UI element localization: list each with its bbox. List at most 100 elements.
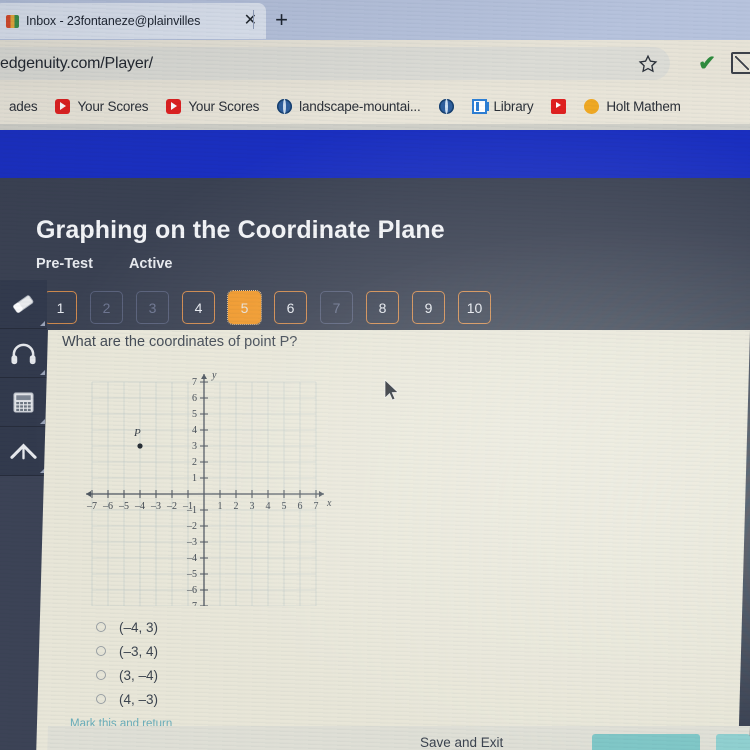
bookmark-label: Library	[493, 98, 534, 114]
svg-text:6: 6	[298, 501, 303, 512]
question-tab-8[interactable]: 8	[366, 291, 399, 324]
svg-text:4: 4	[266, 501, 271, 512]
green-check-extension-icon[interactable]: ✔	[695, 52, 719, 76]
svg-text:–5: –5	[118, 501, 129, 512]
question-tab-2[interactable]: 2	[90, 291, 123, 324]
svg-text:1: 1	[192, 473, 197, 484]
svg-text:3: 3	[192, 441, 197, 452]
answer-choice-1[interactable]: (–4, 3)	[96, 615, 158, 639]
svg-text:–1: –1	[186, 505, 197, 516]
question-tab-5[interactable]: 5	[227, 290, 262, 325]
svg-text:1: 1	[218, 501, 223, 512]
bookmark-label: Your Scores	[77, 98, 149, 114]
svg-text:2: 2	[234, 501, 239, 512]
browser-toolbar: edgenuity.com/Player/	[0, 40, 750, 88]
answer-choice-4[interactable]: (4, –3)	[96, 687, 158, 711]
svg-text:–2: –2	[166, 501, 177, 512]
secondary-action-button[interactable]	[716, 734, 750, 750]
tab-divider	[253, 10, 254, 29]
globe-icon	[438, 98, 454, 114]
bookmark-item[interactable]: Holt Mathem	[575, 98, 689, 114]
tab-title: Inbox - 23fontaneze@plainvilles	[26, 14, 201, 28]
tab-favicon-icon	[6, 14, 19, 28]
bookmark-item[interactable]	[542, 98, 575, 114]
close-icon[interactable]: ✕	[241, 13, 260, 29]
youtube-icon	[166, 98, 182, 114]
radio-icon[interactable]	[96, 646, 106, 656]
svg-text:5: 5	[192, 409, 197, 420]
answer-choice-label: (4, –3)	[119, 691, 159, 707]
status-badge: Active	[128, 256, 173, 272]
answer-choice-label: (–4, 3)	[119, 619, 159, 635]
page-title: Graphing on the Coordinate Plane	[36, 216, 445, 244]
answer-choice-2[interactable]: (–3, 4)	[96, 639, 158, 663]
image-extension-icon[interactable]	[731, 52, 750, 74]
bookmarks-bar: ades Your Scores Your Scores landscape-m…	[0, 88, 750, 124]
youtube-icon	[55, 98, 71, 114]
svg-text:4: 4	[192, 425, 197, 436]
orange-dot-icon	[584, 98, 600, 114]
svg-text:7: 7	[192, 377, 197, 388]
assignment-meta: Pre-Test Active	[36, 256, 172, 272]
bookmark-item[interactable]: landscape-mountai...	[268, 98, 429, 114]
bookmark-star-icon[interactable]	[638, 54, 658, 74]
answer-choice-label: (3, –4)	[119, 667, 159, 683]
answer-choice-list: (–4, 3) (–3, 4) (3, –4) (4, –3)	[96, 615, 158, 711]
assignment-type: Pre-Test	[36, 256, 93, 272]
svg-text:–5: –5	[186, 569, 197, 580]
bookmark-label: Holt Mathem	[606, 98, 681, 114]
svg-text:–6: –6	[102, 501, 113, 512]
calculator-tool[interactable]	[0, 378, 47, 427]
bookmark-item[interactable]: ades	[0, 99, 46, 114]
question-tab-3[interactable]: 3	[136, 291, 169, 324]
svg-text:7: 7	[314, 501, 319, 512]
svg-text:–4: –4	[186, 553, 197, 564]
address-bar[interactable]: edgenuity.com/Player/	[0, 47, 670, 80]
radio-icon[interactable]	[96, 694, 106, 704]
headphones-icon	[11, 343, 36, 365]
bookmark-label: Your Scores	[188, 98, 260, 114]
browser-tab-strip: Inbox - 23fontaneze@plainvilles ✕ +	[0, 0, 750, 40]
next-button[interactable]	[592, 734, 700, 750]
question-tab-9[interactable]: 9	[412, 291, 445, 324]
svg-text:–4: –4	[134, 501, 145, 512]
point-p-marker	[137, 443, 143, 449]
save-and-exit-button[interactable]: Save and Exit	[420, 735, 503, 750]
svg-text:–3: –3	[186, 537, 197, 548]
bookmark-item[interactable]	[430, 98, 463, 114]
bookmark-item[interactable]: Your Scores	[46, 98, 157, 114]
svg-text:–7: –7	[86, 501, 97, 512]
youtube-small-icon	[551, 98, 567, 114]
new-tab-button[interactable]: +	[269, 8, 294, 33]
svg-text:–6: –6	[186, 585, 197, 596]
app-top-banner	[0, 130, 750, 178]
svg-text:3: 3	[250, 501, 255, 512]
question-tab-10[interactable]: 10	[458, 291, 491, 324]
bookmark-item[interactable]: Library	[463, 98, 543, 114]
calculator-icon	[13, 392, 34, 413]
x-axis-label: x	[326, 498, 332, 509]
url-text: edgenuity.com/Player/	[0, 54, 153, 72]
globe-icon	[277, 98, 293, 114]
question-tab-6[interactable]: 6	[274, 291, 307, 324]
question-prompt: What are the coordinates of point P?	[62, 334, 298, 350]
browser-tab[interactable]: Inbox - 23fontaneze@plainvilles ✕	[0, 3, 266, 39]
question-tab-7[interactable]: 7	[320, 291, 353, 324]
y-axis-label: y	[211, 370, 217, 381]
radio-icon[interactable]	[96, 622, 106, 632]
bookmark-item[interactable]: Your Scores	[157, 98, 268, 114]
highlighter-tool[interactable]	[0, 427, 47, 476]
point-p-label: P	[133, 427, 141, 439]
bookmark-label: landscape-mountai...	[299, 98, 421, 114]
question-tab-4[interactable]: 4	[182, 291, 215, 324]
radio-icon[interactable]	[96, 670, 106, 680]
question-tab-1[interactable]: 1	[44, 291, 77, 324]
svg-text:–2: –2	[186, 521, 197, 532]
corner-marker	[40, 370, 45, 375]
eraser-tool[interactable]	[0, 280, 47, 329]
svg-text:5: 5	[282, 501, 287, 512]
bookmark-label: ades	[9, 98, 38, 114]
corner-marker	[40, 321, 45, 326]
audio-tool[interactable]	[0, 329, 47, 378]
answer-choice-3[interactable]: (3, –4)	[96, 663, 158, 687]
